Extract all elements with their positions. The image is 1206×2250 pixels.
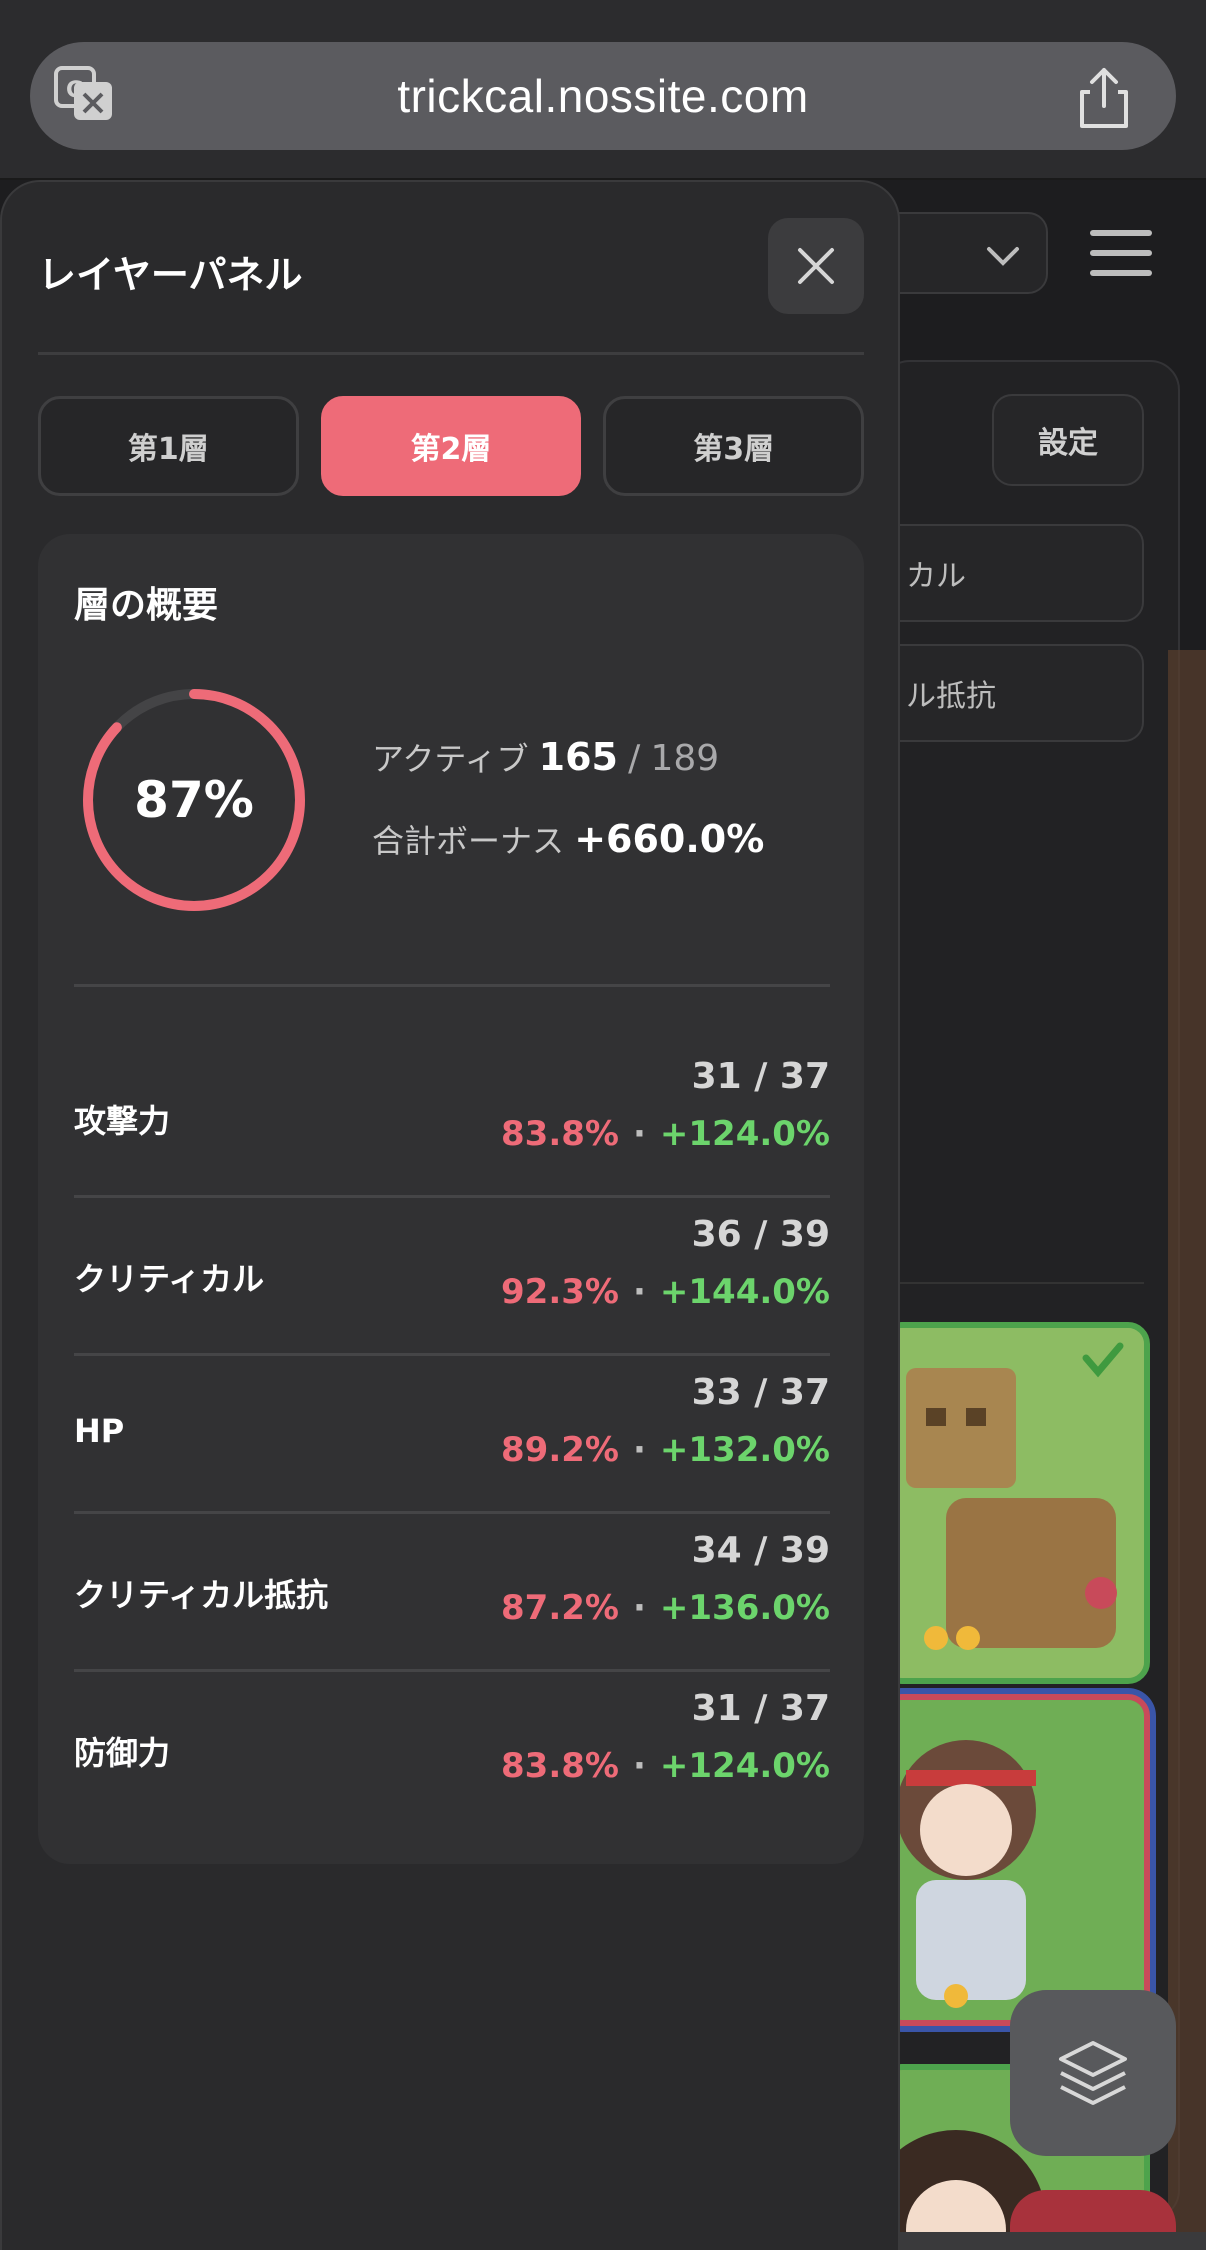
dot-separator: · [632,1114,646,1154]
tab-layer-3[interactable]: 第3層 [603,396,865,496]
character-portrait [886,1700,1144,2020]
dot-separator: · [632,1746,646,1786]
layer-stat-values: 87.2% · +136.0% [501,1588,830,1628]
divider [74,984,830,987]
completion-rate: 87.2% [501,1588,619,1628]
layer-stat-count: 31 / 37 [691,1056,830,1097]
url-text: trickcal.nossite.com [397,70,809,122]
address-bar[interactable]: trickcal.nossite.com [30,42,1176,150]
layer-stat-name: クリティカル抵抗 [74,1576,329,1614]
layer-panel: レイヤーパネル 第1層 第2層 第3層 層の概要 87% アクティブ 165 /… [0,180,900,2250]
completion-rate: 89.2% [501,1430,619,1470]
bonus-label: 合計ボーナス [372,822,565,860]
layer-stat-values: 83.8% · +124.0% [501,1746,830,1786]
hamburger-menu-icon[interactable] [1090,230,1152,276]
dot-separator: · [632,1430,646,1470]
progress-percent: 87% [134,771,254,829]
layer-stat-name: HP [74,1412,125,1450]
layer-stat-name: 攻撃力 [74,1102,171,1140]
list-item: 防御力 31 / 37 83.8% · +124.0% [74,1672,830,1830]
layer-tabs: 第1層 第2層 第3層 [38,396,865,496]
close-icon [798,248,834,284]
settings-button[interactable]: 設定 [992,394,1144,486]
panel-title: レイヤーパネル [38,253,303,297]
active-stat: アクティブ 165 / 189 [372,734,719,780]
tab-layer-1[interactable]: 第1層 [38,396,299,496]
layer-stat-count: 34 / 39 [691,1530,830,1571]
layer-stat-name: 防御力 [74,1734,171,1772]
layer-stat-values: 92.3% · +144.0% [501,1272,830,1312]
active-total: 189 [650,738,720,779]
layer-stat-values: 89.2% · +132.0% [501,1430,830,1470]
character-portrait [886,1328,1144,1678]
layers-icon [1059,2041,1127,2105]
bonus-stat: 合計ボーナス +660.0% [372,816,764,862]
svg-text:G: G [66,78,84,103]
translate-icon[interactable]: G [52,62,116,126]
list-item: クリティカル 36 / 39 92.3% · +144.0% [74,1198,830,1356]
bonus-rate: +132.0% [659,1430,830,1470]
completion-rate: 83.8% [501,1746,619,1786]
divider [880,1282,1144,1284]
bonus-rate: +136.0% [659,1588,830,1628]
completion-rate: 92.3% [501,1272,619,1312]
bonus-rate: +124.0% [659,1746,830,1786]
bonus-rate: +144.0% [659,1272,830,1312]
layer-stat-count: 33 / 37 [691,1372,830,1413]
character-card[interactable] [880,1322,1150,1684]
close-button[interactable] [768,218,864,314]
tab-layer-2[interactable]: 第2層 [320,396,582,496]
active-separator: / [628,738,641,779]
list-item: 攻撃力 31 / 37 83.8% · +124.0% [74,1040,830,1198]
completion-rate: 83.8% [501,1114,619,1154]
chevron-down-icon [986,236,1020,276]
list-item: クリティカル抵抗 34 / 39 87.2% · +136.0% [74,1514,830,1672]
dot-separator: · [632,1272,646,1312]
layer-stat-values: 83.8% · +124.0% [501,1114,830,1154]
layer-summary-card: 層の概要 87% アクティブ 165 / 189 合計ボーナス +660.0% … [38,534,864,1864]
character-card[interactable] [880,1694,1150,2026]
progress-ring: 87% [78,684,310,916]
summary-title: 層の概要 [74,585,219,626]
list-item: HP 33 / 37 89.2% · +132.0% [74,1356,830,1514]
background-art [1168,650,1206,2250]
background-filter-row[interactable]: カル [880,524,1144,622]
active-count: 165 [538,735,618,779]
divider [38,352,864,355]
layer-stat-count: 31 / 37 [691,1688,830,1729]
share-icon[interactable] [1074,66,1134,130]
browser-toolbar: trickcal.nossite.com G [0,0,1206,180]
layer-stat-count: 36 / 39 [691,1214,830,1255]
bonus-rate: +124.0% [659,1114,830,1154]
bonus-value: +660.0% [574,817,765,861]
active-label: アクティブ [372,740,529,778]
background-filter-row[interactable]: ル抵抗 [880,644,1144,742]
layer-stat-name: クリティカル [74,1260,265,1298]
dot-separator: · [632,1588,646,1628]
layers-button[interactable] [1010,1990,1176,2156]
